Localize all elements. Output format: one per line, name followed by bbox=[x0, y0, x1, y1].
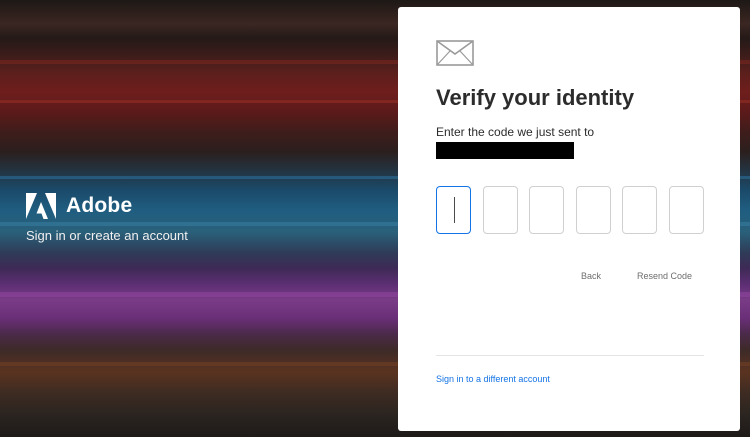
divider bbox=[436, 355, 704, 356]
verify-card: Verify your identity Enter the code we j… bbox=[398, 7, 740, 431]
envelope-icon bbox=[436, 40, 474, 66]
different-account-link[interactable]: Sign in to a different account bbox=[436, 374, 550, 384]
code-digit-4[interactable] bbox=[576, 186, 611, 234]
text-caret bbox=[454, 197, 455, 223]
page-title: Verify your identity bbox=[436, 85, 635, 110]
brand-tagline: Sign in or create an account bbox=[26, 228, 188, 243]
code-sent-message: Enter the code we just sent to bbox=[436, 125, 595, 139]
brand-name: Adobe bbox=[66, 194, 133, 217]
resend-code-button[interactable]: Resend Code bbox=[637, 271, 692, 281]
adobe-logo-icon bbox=[26, 193, 56, 219]
code-digit-2[interactable] bbox=[483, 186, 518, 234]
back-button[interactable]: Back bbox=[581, 271, 601, 281]
code-digit-5[interactable] bbox=[622, 186, 657, 234]
brand-header: Adobe bbox=[26, 193, 188, 219]
code-digit-6[interactable] bbox=[669, 186, 704, 234]
redacted-email bbox=[436, 142, 574, 159]
code-digit-3[interactable] bbox=[529, 186, 564, 234]
brand-panel: Adobe Sign in or create an account bbox=[26, 193, 188, 243]
